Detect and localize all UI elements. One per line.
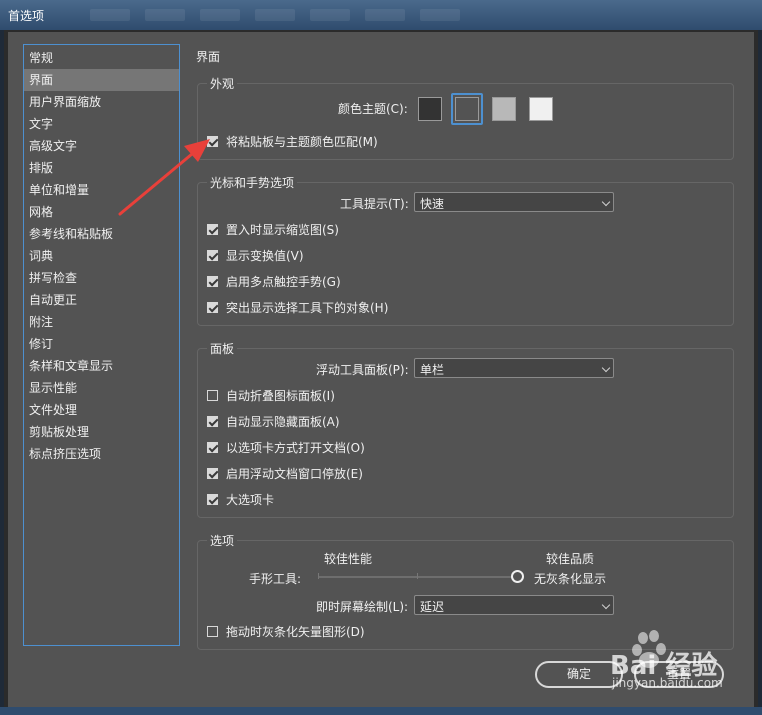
options-group-title: 选项	[207, 532, 238, 549]
theme-swatch-light[interactable]	[529, 97, 553, 121]
sidebar-item[interactable]: 文字	[24, 113, 179, 135]
place-thumbnail-label: 置入时显示缩览图(S)	[226, 223, 339, 237]
show-transform-values-label: 显示变换值(V)	[226, 249, 304, 263]
color-theme-label: 颜色主题(C):	[338, 102, 408, 116]
theme-swatch-dark[interactable]	[418, 97, 442, 121]
titlebar-blur	[310, 9, 350, 21]
floating-panel-select[interactable]: 单栏	[414, 358, 614, 378]
sidebar-item[interactable]: 排版	[24, 157, 179, 179]
place-thumbnail-checkbox[interactable]	[207, 224, 218, 235]
theme-swatch-medium-dark[interactable]	[455, 97, 479, 121]
floating-docking-checkbox[interactable]	[207, 468, 218, 479]
sidebar-item[interactable]: 显示性能	[24, 377, 179, 399]
preferences-category-list[interactable]: 常规 界面 用户界面缩放 文字 高级文字 排版 单位和增量 网格 参考线和粘贴板 词典 拼写检查 自动…	[23, 44, 180, 646]
theme-swatch-medium-light[interactable]	[492, 97, 516, 121]
floating-panel-label: 浮动工具面板(P):	[316, 363, 409, 377]
tooltip-select-value: 快速	[420, 197, 445, 211]
slider-tick	[417, 573, 418, 579]
live-draw-select-value: 延迟	[420, 600, 445, 614]
no-greeking-label: 无灰条化显示	[534, 572, 607, 586]
sidebar-item[interactable]: 单位和增量	[24, 179, 179, 201]
match-pasteboard-checkbox[interactable]	[207, 136, 218, 147]
slider-tick	[318, 573, 319, 579]
large-tabs-checkbox[interactable]	[207, 494, 218, 505]
sidebar-item[interactable]: 词典	[24, 245, 179, 267]
match-pasteboard-label: 将粘贴板与主题颜色匹配(M)	[226, 135, 378, 149]
titlebar-blur	[255, 9, 295, 21]
better-performance-label: 较佳性能	[324, 552, 373, 566]
hand-tool-slider-thumb[interactable]	[511, 570, 524, 583]
highlight-object-checkbox[interactable]	[207, 302, 218, 313]
window-bottom-edge	[0, 707, 762, 715]
open-as-tabs-label: 以选项卡方式打开文档(O)	[226, 441, 365, 455]
sidebar-item[interactable]: 标点挤压选项	[24, 443, 179, 465]
show-transform-values-checkbox[interactable]	[207, 250, 218, 261]
multitouch-checkbox[interactable]	[207, 276, 218, 287]
chevron-down-icon	[601, 600, 611, 610]
better-quality-label: 较佳品质	[546, 552, 595, 566]
titlebar-blur	[420, 9, 460, 21]
page-title: 界面	[196, 50, 221, 64]
titlebar-blur	[200, 9, 240, 21]
sidebar-item[interactable]: 高级文字	[24, 135, 179, 157]
floating-panel-select-value: 单栏	[420, 363, 445, 377]
sidebar-item[interactable]: 用户界面缩放	[24, 91, 179, 113]
chevron-down-icon	[601, 363, 611, 373]
highlight-object-label: 突出显示选择工具下的对象(H)	[226, 301, 389, 315]
greek-vector-checkbox[interactable]	[207, 626, 218, 637]
hand-tool-label: 手形工具:	[249, 572, 302, 586]
window-title: 首选项	[8, 9, 45, 23]
open-as-tabs-checkbox[interactable]	[207, 442, 218, 453]
appearance-group-title: 外观	[207, 75, 238, 92]
floating-docking-label: 启用浮动文档窗口停放(E)	[226, 467, 363, 481]
sidebar-item[interactable]: 拼写检查	[24, 267, 179, 289]
sidebar-item[interactable]: 界面	[24, 69, 179, 91]
live-draw-label: 即时屏幕绘制(L):	[316, 600, 409, 614]
sidebar-item[interactable]: 条样和文章显示	[24, 355, 179, 377]
large-tabs-label: 大选项卡	[226, 493, 275, 507]
sidebar-item[interactable]: 网格	[24, 201, 179, 223]
chevron-down-icon	[601, 197, 611, 207]
titlebar-blur	[365, 9, 405, 21]
sidebar-item[interactable]: 附注	[24, 311, 179, 333]
auto-collapse-checkbox[interactable]	[207, 390, 218, 401]
auto-show-hidden-checkbox[interactable]	[207, 416, 218, 427]
sidebar-item[interactable]: 修订	[24, 333, 179, 355]
live-draw-select[interactable]: 延迟	[414, 595, 614, 615]
tooltip-label: 工具提示(T):	[340, 197, 409, 211]
sidebar-item[interactable]: 文件处理	[24, 399, 179, 421]
greek-vector-label: 拖动时灰条化矢量图形(D)	[226, 625, 365, 639]
auto-show-hidden-label: 自动显示隐藏面板(A)	[226, 415, 340, 429]
sidebar-item[interactable]: 常规	[24, 47, 179, 69]
hand-tool-slider-track[interactable]	[318, 576, 513, 578]
cursor-gesture-group-title: 光标和手势选项	[207, 174, 298, 191]
panels-group-title: 面板	[207, 340, 238, 357]
watermark-url: jingyan.baidu.com	[612, 676, 723, 690]
sidebar-item[interactable]: 剪贴板处理	[24, 421, 179, 443]
tooltip-select[interactable]: 快速	[414, 192, 614, 212]
sidebar-item[interactable]: 自动更正	[24, 289, 179, 311]
window-titlebar[interactable]: 首选项	[0, 0, 762, 30]
multitouch-label: 启用多点触控手势(G)	[226, 275, 341, 289]
auto-collapse-label: 自动折叠图标面板(I)	[226, 389, 335, 403]
titlebar-blur	[145, 9, 185, 21]
sidebar-item[interactable]: 参考线和粘贴板	[24, 223, 179, 245]
titlebar-blur	[90, 9, 130, 21]
